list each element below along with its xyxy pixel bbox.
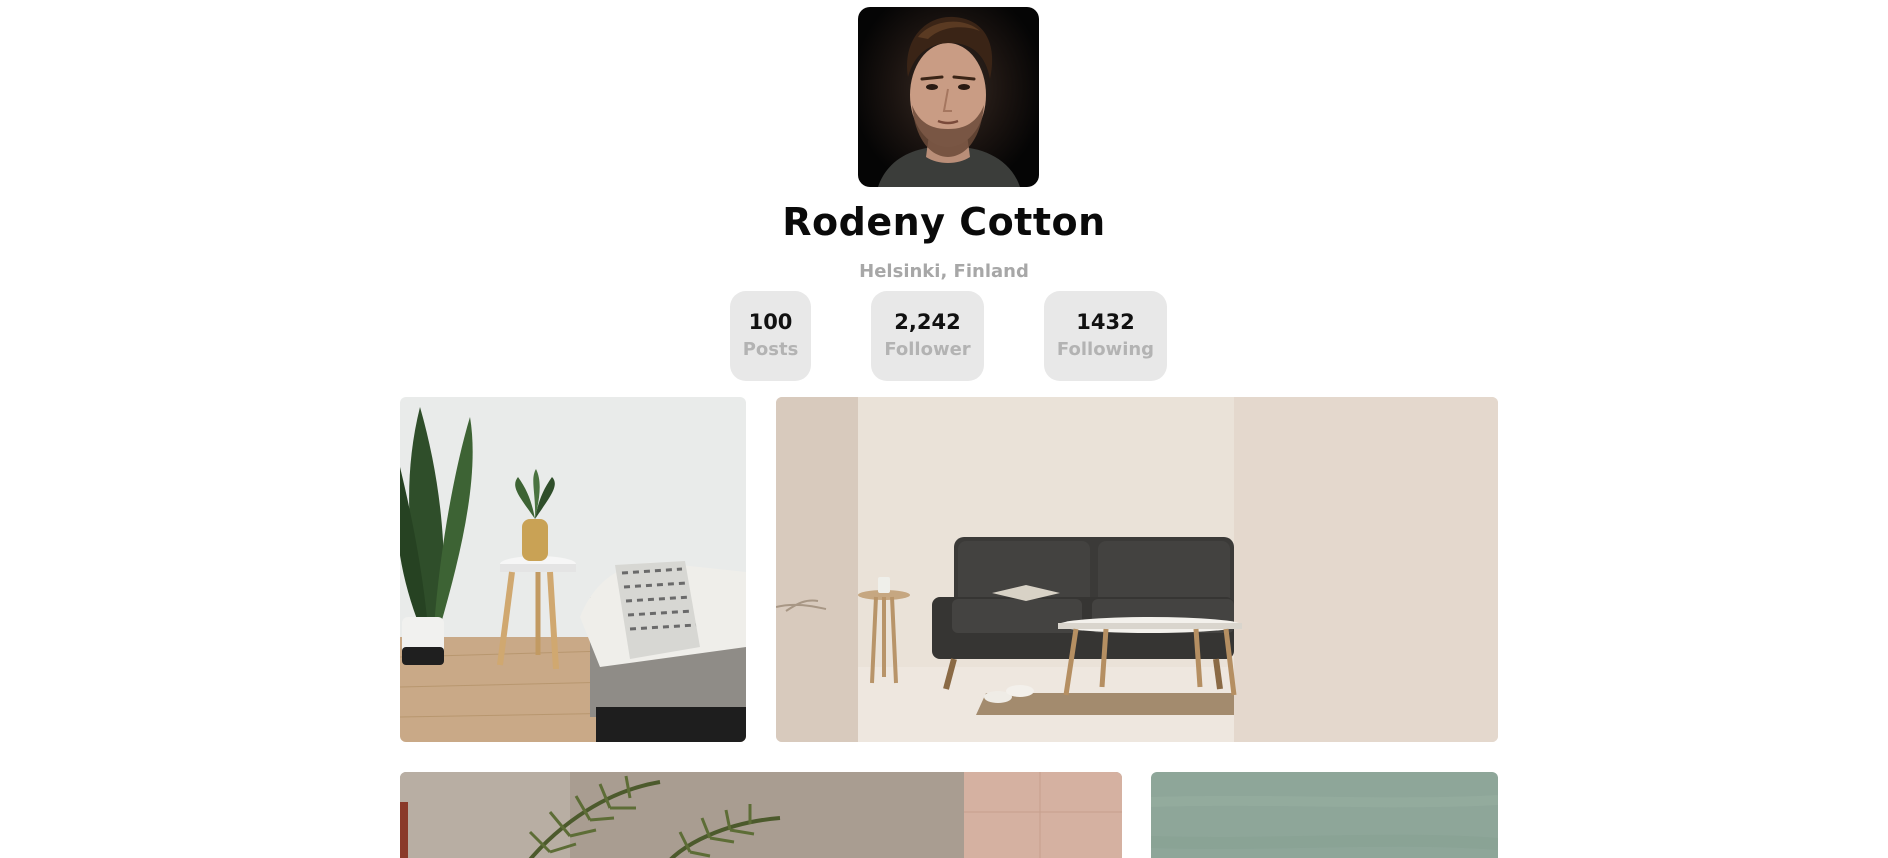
- stat-follower-label: Follower: [884, 339, 971, 360]
- stat-following[interactable]: 1432 Following: [1044, 291, 1167, 381]
- sage-wall-photo-image: [1151, 772, 1498, 858]
- stucco-wall-photo-image: [400, 772, 1122, 858]
- stat-posts-value: 100: [748, 310, 793, 334]
- avatar-portrait-image: [878, 16, 1020, 187]
- stat-following-value: 1432: [1076, 310, 1135, 334]
- avatar[interactable]: [858, 7, 1039, 187]
- gallery-photo-1[interactable]: [400, 397, 746, 742]
- stat-posts[interactable]: 100 Posts: [730, 291, 811, 381]
- gallery-photo-4[interactable]: [1151, 772, 1498, 858]
- living-room-photo-image: [776, 397, 1498, 742]
- stat-posts-label: Posts: [742, 339, 799, 360]
- stat-follower[interactable]: 2,242 Follower: [871, 291, 984, 381]
- bedroom-photo-image: [400, 397, 746, 742]
- stat-follower-value: 2,242: [894, 310, 961, 334]
- profile-name: Rodeny Cotton: [782, 200, 1106, 244]
- gallery-photo-2[interactable]: [776, 397, 1498, 742]
- gallery-photo-3[interactable]: [400, 772, 1122, 858]
- profile-page: Rodeny Cotton Helsinki, Finland 100 Post…: [0, 0, 1888, 858]
- profile-location: Helsinki, Finland: [859, 261, 1029, 282]
- stat-following-label: Following: [1056, 339, 1155, 360]
